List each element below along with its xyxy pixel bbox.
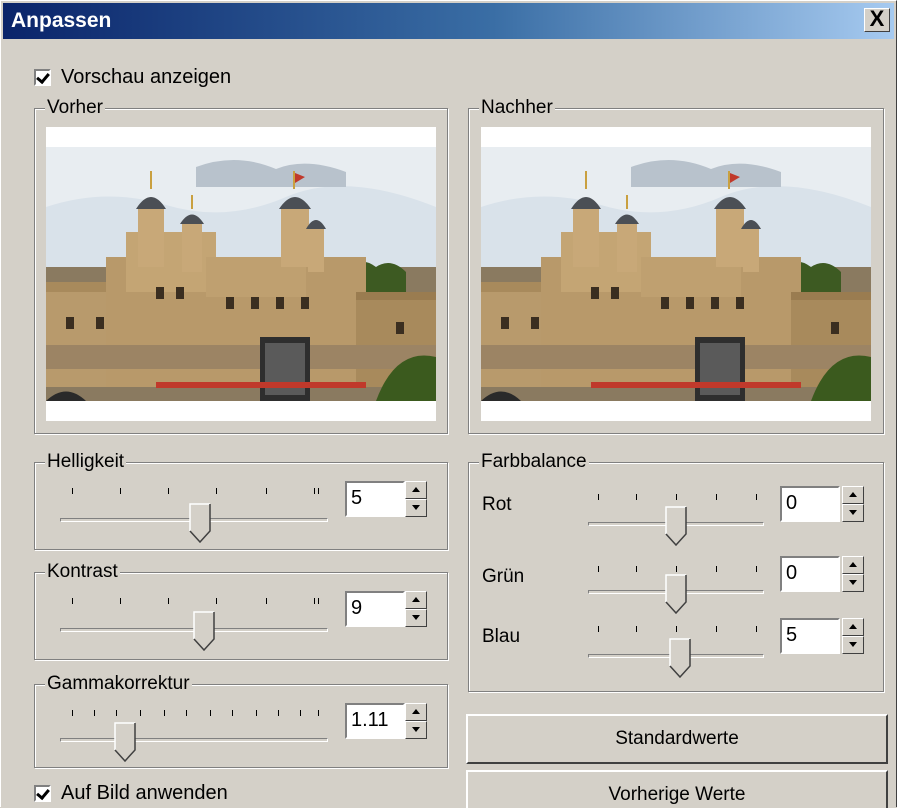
red-label: Rot bbox=[482, 494, 512, 515]
after-preview-image bbox=[481, 127, 871, 421]
red-down-button[interactable] bbox=[842, 504, 864, 522]
blue-down-button[interactable] bbox=[842, 636, 864, 654]
green-label: Grün bbox=[482, 566, 525, 587]
blue-up-button[interactable] bbox=[842, 618, 864, 636]
brightness-down-button[interactable] bbox=[405, 499, 427, 517]
contrast-spinner[interactable] bbox=[405, 591, 427, 627]
red-input[interactable]: 0 bbox=[780, 486, 840, 522]
gamma-spinner[interactable] bbox=[405, 703, 427, 739]
contrast-down-button[interactable] bbox=[405, 609, 427, 627]
adjust-dialog: Anpassen X Vorschau anzeigen Vorher Nach… bbox=[0, 0, 897, 808]
blue-spinner[interactable] bbox=[842, 618, 864, 654]
preview-checkbox[interactable] bbox=[34, 69, 51, 86]
brightness-up-button[interactable] bbox=[405, 481, 427, 499]
gamma-input[interactable]: 1.11 bbox=[345, 703, 405, 739]
contrast-up-button[interactable] bbox=[405, 591, 427, 609]
blue-input[interactable]: 5 bbox=[780, 618, 840, 654]
brightness-label: Helligkeit bbox=[45, 450, 127, 474]
after-group-label: Nachher bbox=[479, 96, 555, 120]
green-down-button[interactable] bbox=[842, 574, 864, 592]
apply-checkbox-row[interactable]: Auf Bild anwenden bbox=[34, 782, 228, 805]
close-icon: X bbox=[869, 6, 885, 31]
brightness-spinner[interactable] bbox=[405, 481, 427, 517]
gamma-up-button[interactable] bbox=[405, 703, 427, 721]
preview-checkbox-label: Vorschau anzeigen bbox=[61, 66, 232, 88]
green-thumb[interactable] bbox=[665, 574, 687, 614]
gamma-label: Gammakorrektur bbox=[45, 672, 192, 696]
contrast-thumb[interactable] bbox=[193, 611, 215, 651]
color-balance-label: Farbbalance bbox=[479, 450, 589, 474]
before-group-label: Vorher bbox=[45, 96, 105, 120]
green-up-button[interactable] bbox=[842, 556, 864, 574]
preview-checkbox-row[interactable]: Vorschau anzeigen bbox=[34, 66, 231, 89]
gamma-thumb[interactable] bbox=[114, 722, 136, 762]
close-button[interactable]: X bbox=[864, 8, 890, 32]
gamma-track bbox=[60, 738, 328, 742]
gamma-down-button[interactable] bbox=[405, 721, 427, 739]
previous-values-button[interactable]: Vorherige Werte bbox=[466, 770, 888, 808]
green-input[interactable]: 0 bbox=[780, 556, 840, 592]
brightness-input[interactable]: 5 bbox=[345, 481, 405, 517]
brightness-thumb[interactable] bbox=[189, 503, 211, 543]
green-spinner[interactable] bbox=[842, 556, 864, 592]
red-spinner[interactable] bbox=[842, 486, 864, 522]
apply-checkbox[interactable] bbox=[34, 785, 51, 802]
before-preview-image bbox=[46, 127, 436, 421]
defaults-button[interactable]: Standardwerte bbox=[466, 714, 888, 764]
red-up-button[interactable] bbox=[842, 486, 864, 504]
blue-thumb[interactable] bbox=[669, 638, 691, 678]
apply-checkbox-label: Auf Bild anwenden bbox=[61, 782, 228, 804]
window-title: Anpassen bbox=[11, 9, 112, 32]
contrast-label: Kontrast bbox=[45, 560, 120, 584]
red-thumb[interactable] bbox=[665, 506, 687, 546]
blue-label: Blau bbox=[482, 626, 521, 647]
title-bar: Anpassen X bbox=[3, 3, 894, 39]
contrast-input[interactable]: 9 bbox=[345, 591, 405, 627]
